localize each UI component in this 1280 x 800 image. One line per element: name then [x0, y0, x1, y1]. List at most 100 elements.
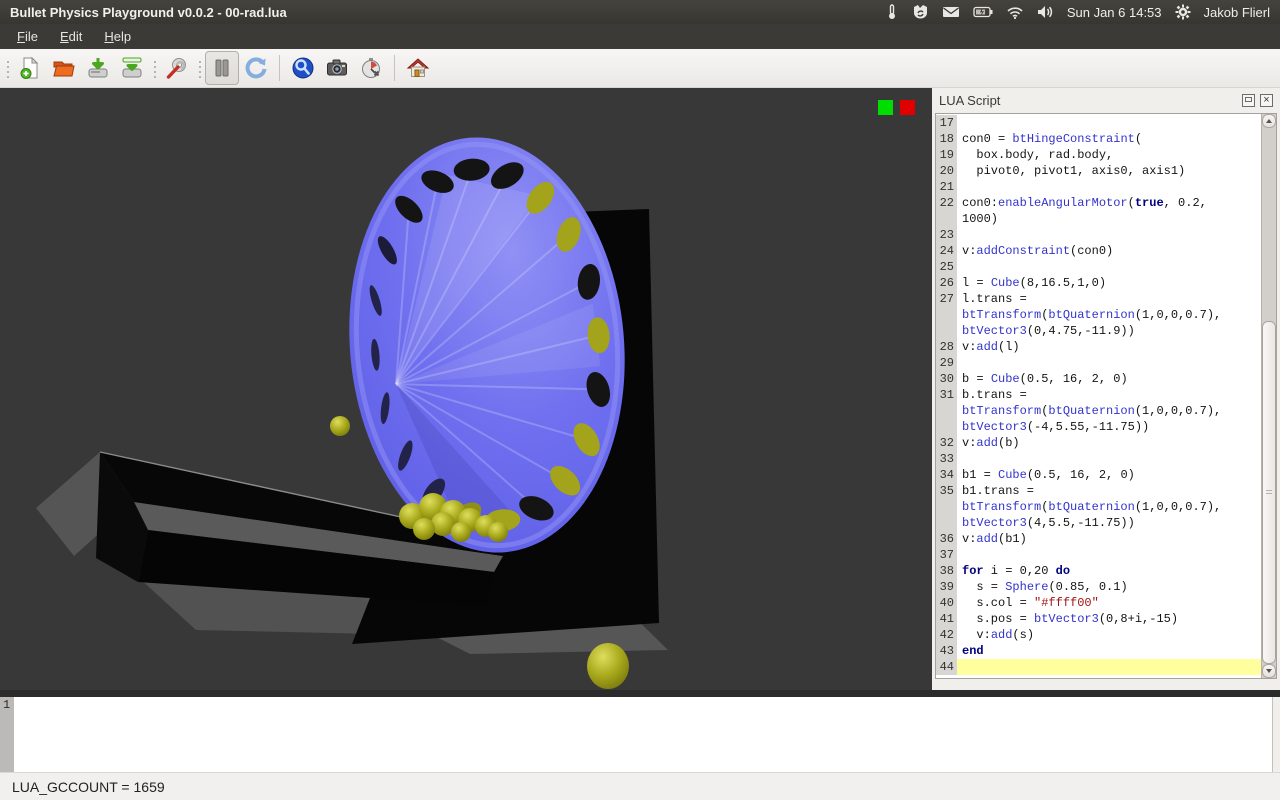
viewport-3d-scene[interactable]	[0, 88, 932, 690]
toolbar-grip-handle[interactable]	[151, 55, 158, 81]
code-line[interactable]: btTransform(btQuaternion(1,0,0,0.7),	[936, 403, 1261, 419]
line-number	[936, 211, 957, 227]
wifi-icon[interactable]	[1006, 6, 1024, 19]
fallen-sphere	[587, 643, 629, 689]
code-line[interactable]: 31b.trans =	[936, 387, 1261, 403]
code-line[interactable]: btTransform(btQuaternion(1,0,0,0.7),	[936, 499, 1261, 515]
code-line[interactable]: 23	[936, 227, 1261, 243]
splitter-handle[interactable]	[0, 690, 1280, 697]
line-number: 27	[936, 291, 957, 307]
refresh-button[interactable]	[239, 51, 273, 85]
line-number: 23	[936, 227, 957, 243]
chevron-up-icon	[1266, 119, 1272, 123]
code-line[interactable]: 33	[936, 451, 1261, 467]
save-file-as-button[interactable]	[115, 51, 149, 85]
scrollbar-track[interactable]	[1262, 128, 1276, 664]
code-line[interactable]: 34b1 = Cube(0.5, 16, 2, 0)	[936, 467, 1261, 483]
menu-file[interactable]: File	[6, 26, 49, 47]
menu-bar: FileEditHelp	[0, 24, 1280, 49]
line-number: 31	[936, 387, 957, 403]
code-line[interactable]: 35b1.trans =	[936, 483, 1261, 499]
open-file-button[interactable]	[47, 51, 81, 85]
menu-edit[interactable]: Edit	[49, 26, 93, 47]
save-file-button[interactable]	[81, 51, 115, 85]
status-indicator-green	[878, 100, 893, 115]
close-panel-button[interactable]: ×	[1260, 94, 1273, 107]
code-line[interactable]: 40 s.col = "#ffff00"	[936, 595, 1261, 611]
toolbar	[0, 49, 1280, 88]
code-line[interactable]: 17	[936, 115, 1261, 131]
run-button[interactable]	[286, 51, 320, 85]
toolbar-grip-handle[interactable]	[4, 55, 11, 81]
code-line[interactable]: 20 pivot0, pivot1, axis0, axis1)	[936, 163, 1261, 179]
viewport-3d[interactable]	[0, 88, 932, 690]
battery-icon[interactable]	[973, 6, 993, 18]
pause-button[interactable]	[205, 51, 239, 85]
console-area: 1	[0, 697, 1280, 772]
code-line[interactable]: 26l = Cube(8,16.5,1,0)	[936, 275, 1261, 291]
code-line[interactable]: 24v:addConstraint(con0)	[936, 243, 1261, 259]
screenshot-button[interactable]	[320, 51, 354, 85]
home-button[interactable]	[401, 51, 435, 85]
code-line[interactable]: btTransform(btQuaternion(1,0,0,0.7),	[936, 307, 1261, 323]
thermometer-icon[interactable]	[885, 4, 899, 20]
code-line[interactable]: btVector3(4,5.5,-11.75))	[936, 515, 1261, 531]
line-number: 39	[936, 579, 957, 595]
code-lines[interactable]: 1718con0 = btHingeConstraint(19 box.body…	[936, 114, 1261, 678]
code-line[interactable]: 36v:add(b1)	[936, 531, 1261, 547]
scroll-up-button[interactable]	[1262, 114, 1276, 128]
editor-scrollbar[interactable]	[1261, 114, 1276, 678]
code-line[interactable]: 41 s.pos = btVector3(0,8+i,-15)	[936, 611, 1261, 627]
code-line[interactable]: btVector3(-4,5.55,-11.75))	[936, 419, 1261, 435]
line-number: 36	[936, 531, 957, 547]
tools-button[interactable]	[160, 51, 194, 85]
code-line[interactable]: 39 s = Sphere(0.85, 0.1)	[936, 579, 1261, 595]
code-line[interactable]: 42 v:add(s)	[936, 627, 1261, 643]
toolbar-grip-handle[interactable]	[196, 55, 203, 81]
chevron-down-icon	[1266, 669, 1272, 673]
code-line[interactable]: 43end	[936, 643, 1261, 659]
volume-icon[interactable]	[1037, 5, 1054, 19]
line-number: 17	[936, 115, 957, 131]
code-line[interactable]: 22con0:enableAngularMotor(true, 0.2,	[936, 195, 1261, 211]
scrollbar-thumb[interactable]	[1262, 321, 1276, 664]
code-line[interactable]: 27l.trans =	[936, 291, 1261, 307]
code-line[interactable]: btVector3(0,4.75,-11.9))	[936, 323, 1261, 339]
clock-label[interactable]: Sun Jan 6 14:53	[1067, 5, 1162, 20]
code-line[interactable]: 19 box.body, rad.body,	[936, 147, 1261, 163]
line-number: 22	[936, 195, 957, 211]
code-line[interactable]: 32v:add(b)	[936, 435, 1261, 451]
status-text: LUA_GCCOUNT = 1659	[12, 779, 165, 795]
sync-icon[interactable]	[912, 4, 929, 20]
code-line[interactable]: 1000)	[936, 211, 1261, 227]
window-title: Bullet Physics Playground v0.0.2 - 00-ra…	[10, 5, 287, 20]
float-panel-button[interactable]	[1242, 94, 1255, 107]
code-line[interactable]: 25	[936, 259, 1261, 275]
timer-button[interactable]	[354, 51, 388, 85]
mail-icon[interactable]	[942, 5, 960, 19]
line-number: 30	[936, 371, 957, 387]
new-file-button[interactable]	[13, 51, 47, 85]
code-line[interactable]: 29	[936, 355, 1261, 371]
code-line[interactable]: 30b = Cube(0.5, 16, 2, 0)	[936, 371, 1261, 387]
status-indicator-red	[900, 100, 915, 115]
code-line[interactable]: 37	[936, 547, 1261, 563]
system-tray: Sun Jan 6 14:53 Jakob Flierl	[885, 4, 1270, 20]
code-editor[interactable]: 1718con0 = btHingeConstraint(19 box.body…	[935, 113, 1277, 679]
line-number: 32	[936, 435, 957, 451]
code-line[interactable]: 18con0 = btHingeConstraint(	[936, 131, 1261, 147]
session-gear-icon[interactable]	[1175, 4, 1191, 20]
console-input[interactable]	[14, 697, 1273, 772]
status-bar: LUA_GCCOUNT = 1659	[0, 772, 1280, 800]
line-number	[936, 323, 957, 339]
code-line[interactable]: 21	[936, 179, 1261, 195]
code-line[interactable]: 28v:add(l)	[936, 339, 1261, 355]
code-line[interactable]: 38for i = 0,20 do	[936, 563, 1261, 579]
code-line[interactable]: 44	[936, 659, 1261, 675]
username-label[interactable]: Jakob Flierl	[1204, 5, 1270, 20]
floating-sphere	[330, 416, 350, 436]
scroll-down-button[interactable]	[1262, 664, 1276, 678]
line-number: 43	[936, 643, 957, 659]
line-number: 38	[936, 563, 957, 579]
menu-help[interactable]: Help	[93, 26, 142, 47]
